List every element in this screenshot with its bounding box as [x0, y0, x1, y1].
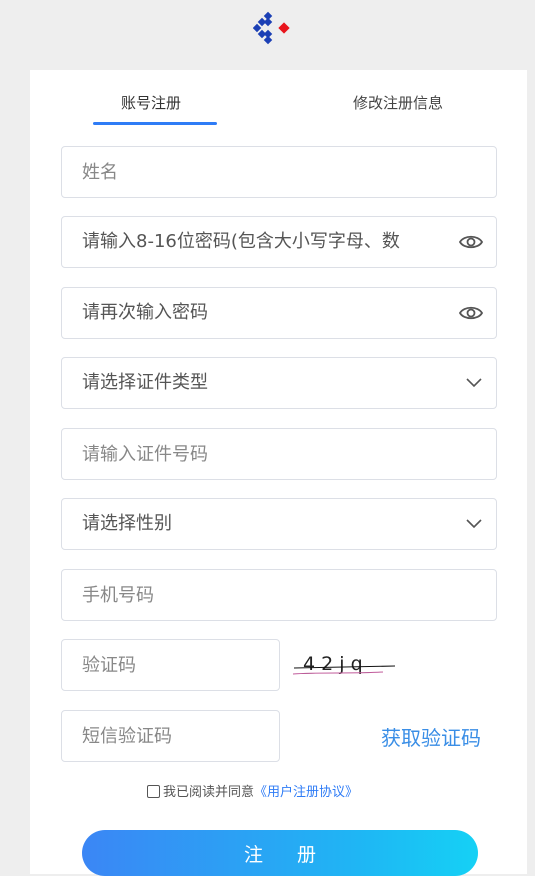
- captcha-input[interactable]: [62, 640, 279, 690]
- agreement-checkbox[interactable]: [147, 785, 160, 798]
- gender-select[interactable]: 请选择性别: [61, 498, 497, 550]
- id-type-placeholder: 请选择证件类型: [82, 372, 208, 393]
- captcha-field: [61, 639, 280, 691]
- svg-text:4 2 j q: 4 2 j q: [303, 653, 363, 675]
- agreement-row: 我已阅读并同意《用户注册协议》: [147, 781, 358, 800]
- register-card: 账号注册 修改注册信息 请输入8-16位密码(包含大小写字母、数 请再次输入密码…: [30, 70, 527, 876]
- sms-code-input[interactable]: [62, 711, 279, 761]
- tab-account-register[interactable]: 账号注册: [121, 92, 181, 113]
- tab-modify-info[interactable]: 修改注册信息: [353, 92, 443, 113]
- name-field: [61, 146, 497, 198]
- captcha-image[interactable]: 4 2 j q: [291, 648, 401, 682]
- chevron-down-icon: [466, 378, 482, 388]
- get-sms-code-button[interactable]: 获取验证码: [381, 722, 481, 751]
- id-number-input[interactable]: [62, 429, 496, 479]
- name-input[interactable]: [62, 147, 496, 197]
- confirm-password-placeholder: 请再次输入密码: [82, 302, 208, 323]
- agreement-text: 我已阅读并同意: [163, 785, 255, 800]
- phone-input[interactable]: [62, 570, 496, 620]
- chevron-down-icon: [466, 519, 482, 529]
- agreement-link[interactable]: 《用户注册协议》: [254, 785, 358, 800]
- id-type-select[interactable]: 请选择证件类型: [61, 357, 497, 409]
- gender-placeholder: 请选择性别: [82, 513, 172, 534]
- phone-field: [61, 569, 497, 621]
- logo-icon: [253, 11, 290, 45]
- password-field: 请输入8-16位密码(包含大小写字母、数: [61, 216, 497, 268]
- eye-icon[interactable]: [458, 232, 484, 252]
- active-tab-indicator: [93, 122, 217, 125]
- tab-bar: 账号注册 修改注册信息: [30, 70, 527, 128]
- register-button[interactable]: 注 册: [82, 830, 478, 876]
- password-placeholder: 请输入8-16位密码(包含大小写字母、数: [82, 231, 400, 252]
- confirm-password-field: 请再次输入密码: [61, 287, 497, 339]
- sms-code-field: [61, 710, 280, 762]
- eye-icon[interactable]: [458, 303, 484, 323]
- id-number-field: [61, 428, 497, 480]
